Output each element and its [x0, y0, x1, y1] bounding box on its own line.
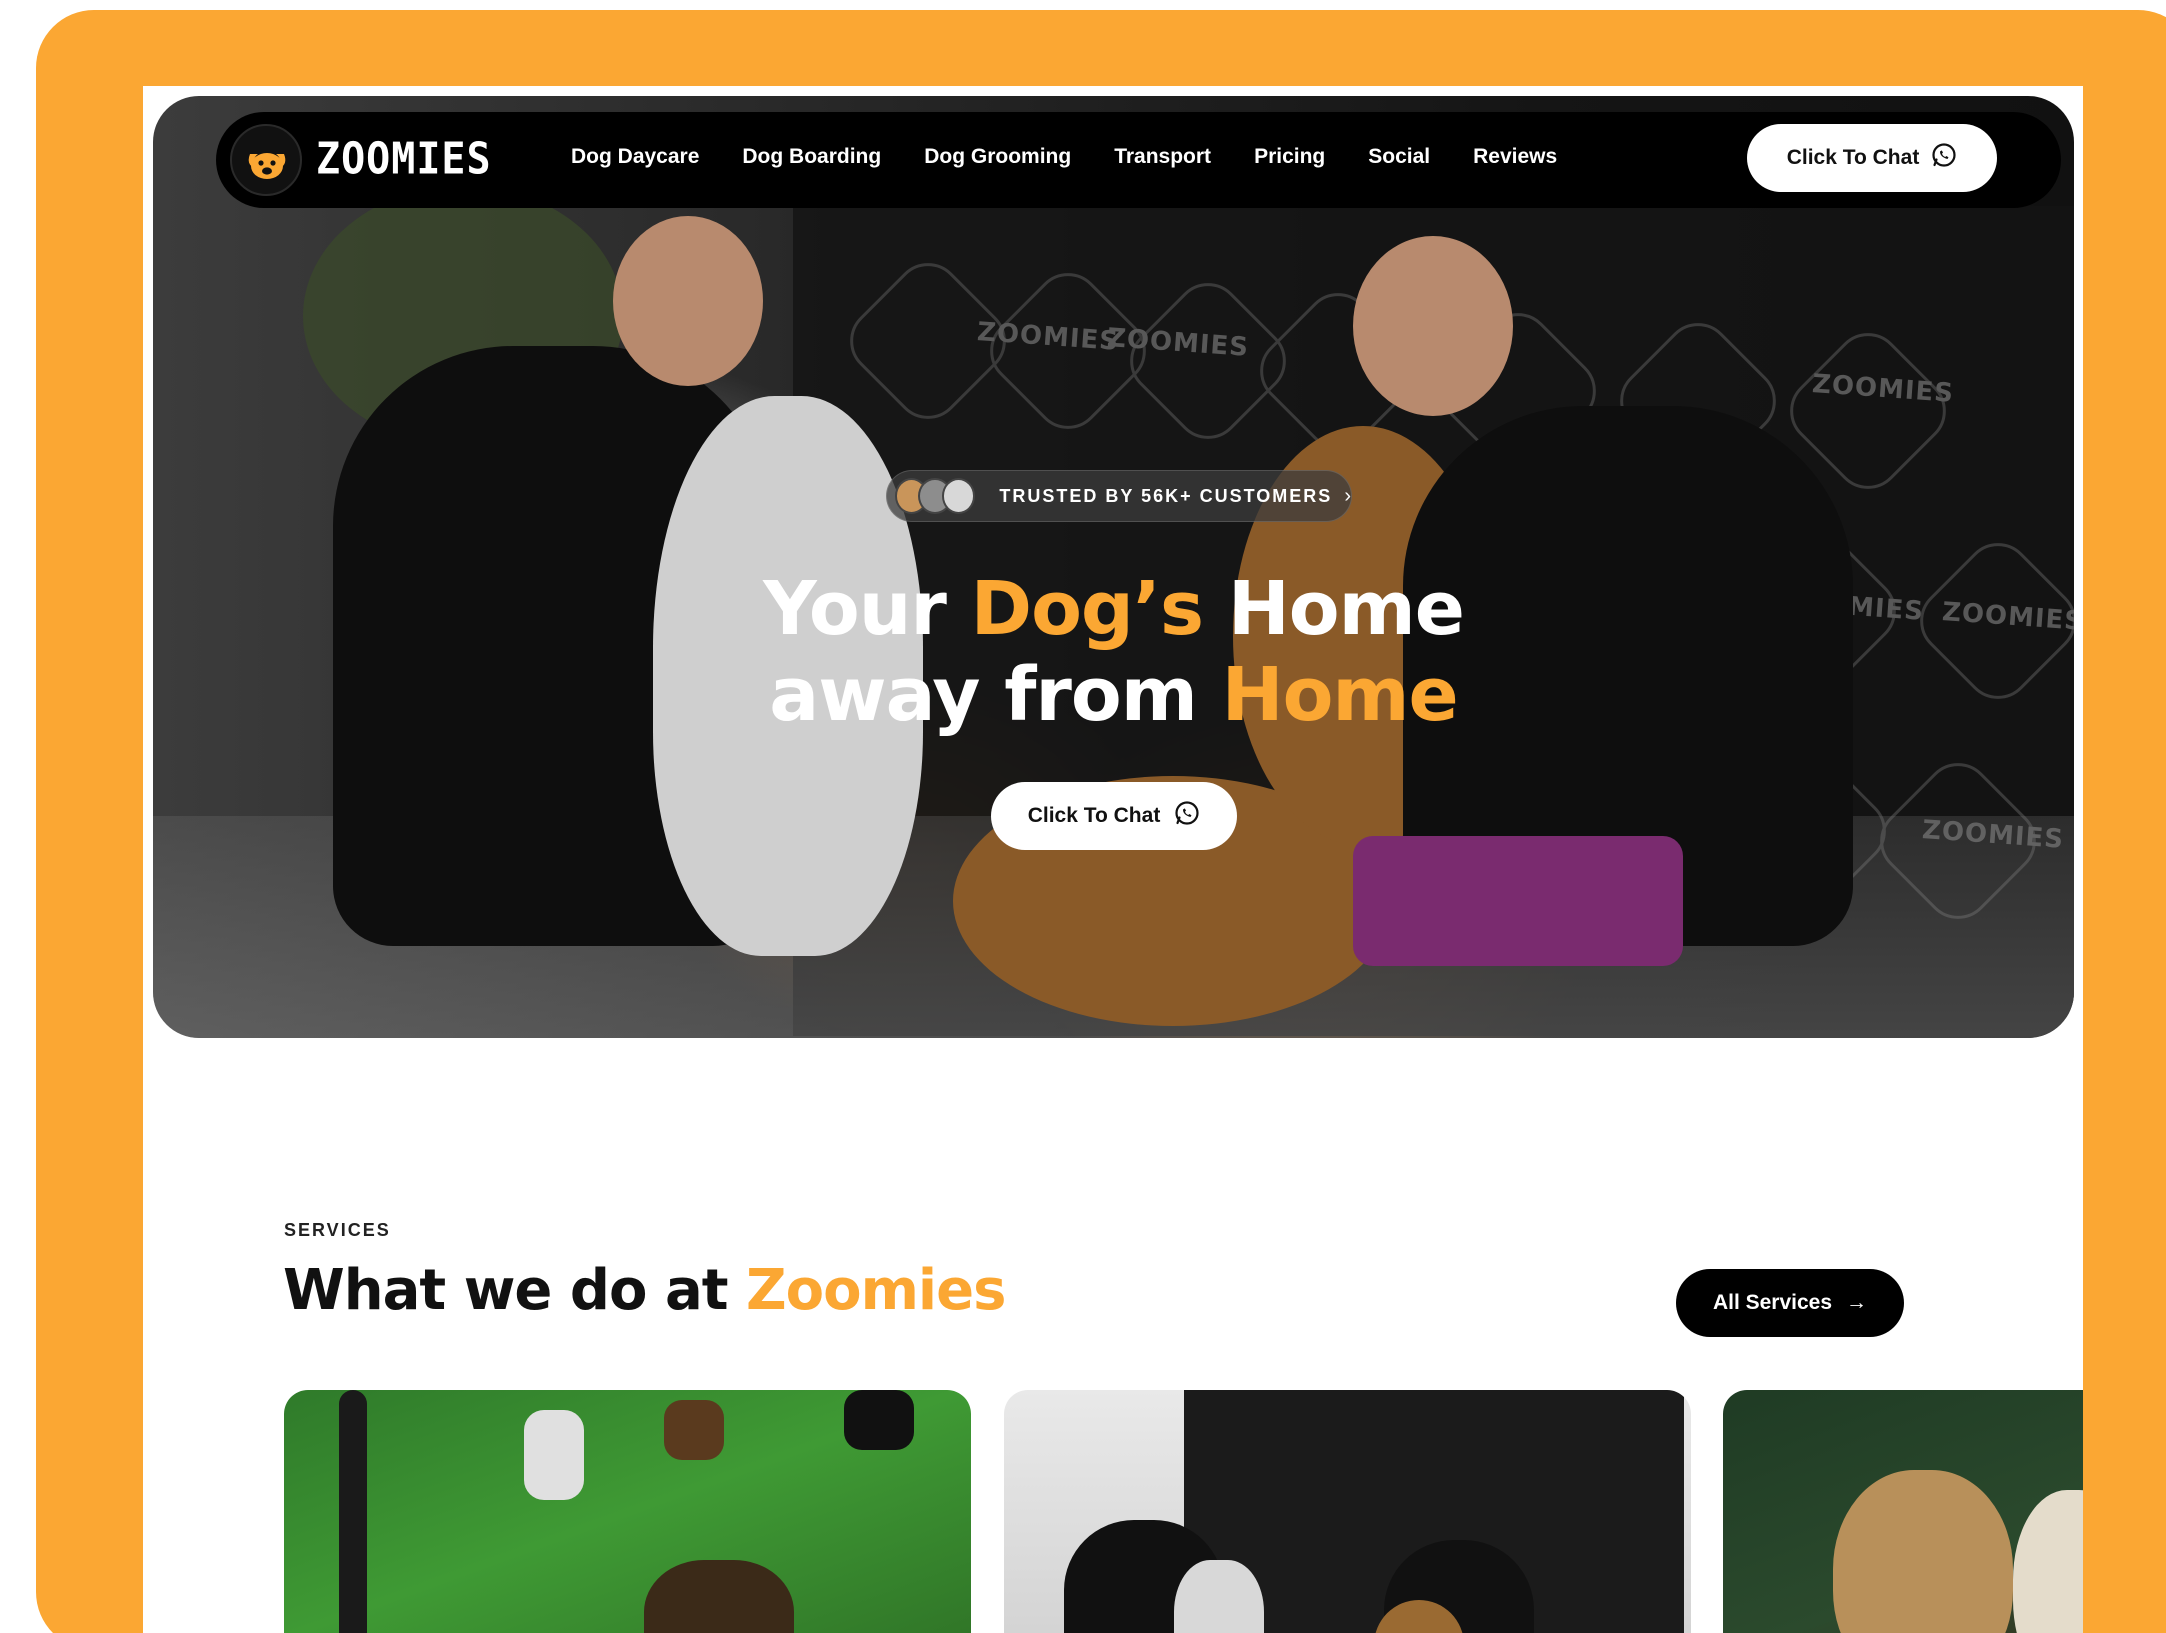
headline-text: Home [1203, 566, 1465, 652]
website-page: ZOOMIES ZOOMIES ZOOMIES ZOOMIES ZOOMIES … [143, 86, 2083, 1633]
fluffy-dog [2013, 1490, 2083, 1633]
arrow-right-icon: → [1846, 1291, 1868, 1314]
pole [339, 1390, 367, 1633]
dog-on-grass [644, 1560, 794, 1633]
trust-badge-text: TRUSTED BY 56K+ CUSTOMERS [999, 485, 1333, 506]
fluffy-dog [1833, 1470, 2013, 1633]
headline-text: Your [763, 566, 971, 652]
person-right-face [1353, 236, 1513, 416]
white-husky [1174, 1560, 1264, 1633]
dog-on-grass [664, 1400, 724, 1460]
person-left-face [613, 216, 763, 386]
person-right-shorts [1353, 836, 1683, 966]
service-card-boarding-image[interactable] [1004, 1390, 1691, 1633]
trusted-customers-badge[interactable]: TRUSTED BY 56K+ CUSTOMERS › [886, 470, 1352, 522]
headline-accent: Dog’s [970, 566, 1204, 652]
hero-click-to-chat-button[interactable]: Click To Chat [991, 782, 1237, 850]
top-navigation: ZOOMIES Dog Daycare Dog Boarding Dog Gro… [216, 112, 2061, 208]
nav-link-social[interactable]: Social [1368, 145, 1430, 169]
service-card-grooming-image[interactable] [1723, 1390, 2083, 1633]
dog-on-grass [844, 1390, 914, 1450]
zoomies-logo-icon[interactable] [230, 124, 302, 196]
hero-headline: Your Dog’s Home away from Home [153, 566, 2074, 738]
headline-accent: Home [1221, 652, 1459, 738]
hero-cta-label: Click To Chat [1027, 804, 1161, 827]
nav-link-dog-daycare[interactable]: Dog Daycare [571, 145, 699, 169]
whatsapp-icon [1174, 800, 1200, 832]
services-eyebrow: SERVICES [284, 1220, 391, 1240]
headline-text: away from [769, 652, 1222, 738]
chevron-right-icon: › [1344, 484, 1351, 507]
services-title-text: What we do at [283, 1258, 747, 1323]
nav-link-dog-boarding[interactable]: Dog Boarding [742, 145, 881, 169]
whatsapp-icon [1931, 142, 1957, 174]
hero-section: ZOOMIES ZOOMIES ZOOMIES ZOOMIES ZOOMIES … [153, 96, 2074, 1038]
all-services-label: All Services [1712, 1291, 1833, 1314]
services-title: What we do at Zoomies [283, 1258, 1006, 1323]
nav-link-reviews[interactable]: Reviews [1473, 145, 1557, 169]
nav-link-dog-grooming[interactable]: Dog Grooming [924, 145, 1071, 169]
nav-link-transport[interactable]: Transport [1114, 145, 1211, 169]
customer-avatar [941, 478, 976, 514]
dog-on-grass [524, 1410, 584, 1500]
service-card-daycare-image[interactable] [284, 1390, 971, 1633]
nav-click-to-chat-button[interactable]: Click To Chat [1747, 124, 1997, 192]
all-services-button[interactable]: All Services → [1676, 1269, 1904, 1337]
services-title-accent: Zoomies [746, 1258, 1006, 1323]
brand-wordmark[interactable]: ZOOMIES [316, 134, 492, 185]
nav-cta-label: Click To Chat [1786, 146, 1920, 169]
nav-links: Dog Daycare Dog Boarding Dog Grooming Tr… [571, 145, 1600, 169]
nav-link-pricing[interactable]: Pricing [1254, 145, 1325, 169]
